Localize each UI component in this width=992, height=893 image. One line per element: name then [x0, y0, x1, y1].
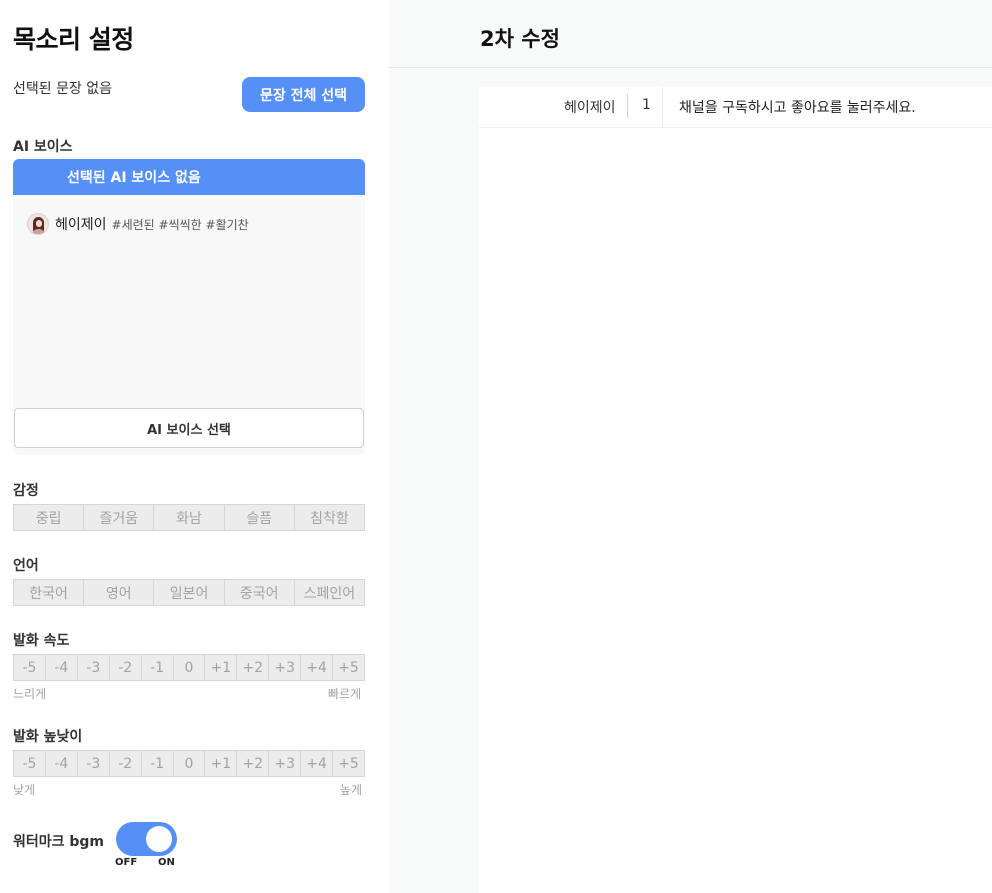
pitch-min-label: 낮게: [13, 783, 36, 797]
pitch-selector: -5 -4 -3 -2 -1 0 +1 +2 +3 +4 +5: [13, 750, 365, 777]
speed-label: 발화 속도: [13, 633, 70, 649]
pitch-label: 발화 높낮이: [13, 729, 83, 745]
row-index: 1: [642, 97, 651, 113]
language-option-chinese[interactable]: 중국어: [225, 580, 295, 605]
emotion-option-neutral[interactable]: 중립: [14, 505, 85, 530]
row-divider: [662, 87, 663, 128]
speed-min-label: 느리게: [13, 687, 47, 701]
voice-settings-panel: 목소리 설정 선택된 문장 없음 문장 전체 선택 AI 보이스 선택된 AI …: [0, 0, 389, 893]
pitch-option[interactable]: -2: [110, 751, 142, 776]
toggle-on-label: ON: [158, 857, 175, 868]
language-option-japanese[interactable]: 일본어: [154, 580, 225, 605]
voice-name: 헤이제이: [55, 217, 107, 233]
emotion-option-sad[interactable]: 슬픔: [225, 505, 295, 530]
watermark-bgm-toggle[interactable]: [116, 822, 177, 856]
speed-option[interactable]: +5: [333, 655, 364, 680]
emotion-option-angry[interactable]: 화남: [154, 505, 225, 530]
speed-option[interactable]: +1: [205, 655, 238, 680]
pitch-option[interactable]: -4: [46, 751, 78, 776]
pitch-max-label: 높게: [340, 783, 363, 797]
speed-max-label: 빠르게: [328, 687, 362, 701]
row-speaker: 헤이제이: [564, 100, 616, 116]
script-edit-panel: 2차 수정 헤이제이 1 채널을 구독하시고 좋아요를 눌러주세요.: [389, 0, 992, 893]
script-title: 2차 수정: [480, 27, 560, 51]
speed-option[interactable]: -3: [78, 655, 110, 680]
speed-selector: -5 -4 -3 -2 -1 0 +1 +2 +3 +4 +5: [13, 654, 365, 681]
pitch-option[interactable]: -1: [142, 751, 174, 776]
avatar: [27, 213, 49, 235]
speed-option[interactable]: -2: [110, 655, 142, 680]
emotion-label: 감정: [13, 483, 39, 499]
emotion-selector: 중립 즐거움 화남 슬픔 침착함: [13, 504, 365, 531]
speed-option[interactable]: -5: [14, 655, 46, 680]
script-header: 2차 수정: [389, 0, 992, 68]
ai-voice-list: 헤이제이 #세련된 #씩씩한 #활기찬 AI 보이스 선택: [13, 195, 365, 455]
toggle-knob: [146, 826, 172, 852]
pitch-option[interactable]: +5: [333, 751, 364, 776]
selected-sentence-status: 선택된 문장 없음: [13, 81, 113, 97]
watermark-bgm-label: 워터마크 bgm: [13, 834, 105, 850]
voice-tags: #세련된 #씩씩한 #활기찬: [111, 217, 249, 232]
language-option-korean[interactable]: 한국어: [14, 580, 85, 605]
ai-voice-label: AI 보이스: [13, 139, 73, 155]
speed-option[interactable]: +4: [301, 655, 334, 680]
emotion-option-calm[interactable]: 침착함: [295, 505, 364, 530]
speed-option[interactable]: -1: [142, 655, 174, 680]
pitch-option[interactable]: -3: [78, 751, 110, 776]
pitch-option[interactable]: -5: [14, 751, 46, 776]
language-selector: 한국어 영어 일본어 중국어 스페인어: [13, 579, 365, 606]
ai-voice-select-button[interactable]: AI 보이스 선택: [14, 408, 364, 448]
pitch-option[interactable]: 0: [174, 751, 206, 776]
speed-option[interactable]: +2: [237, 655, 270, 680]
speed-option[interactable]: 0: [174, 655, 206, 680]
script-list: 헤이제이 1 채널을 구독하시고 좋아요를 눌러주세요.: [479, 87, 992, 893]
language-option-spanish[interactable]: 스페인어: [295, 580, 364, 605]
emotion-option-joy[interactable]: 즐거움: [84, 505, 155, 530]
pitch-option[interactable]: +2: [237, 751, 270, 776]
language-label: 언어: [13, 558, 39, 574]
row-divider: [627, 94, 628, 118]
speed-option[interactable]: +3: [269, 655, 302, 680]
voice-item-heyj[interactable]: 헤이제이 #세련된 #씩씩한 #활기찬: [27, 213, 249, 235]
speed-option[interactable]: -4: [46, 655, 78, 680]
pitch-option[interactable]: +1: [205, 751, 238, 776]
pitch-option[interactable]: +4: [301, 751, 334, 776]
pitch-option[interactable]: +3: [269, 751, 302, 776]
panel-title: 목소리 설정: [13, 25, 134, 54]
toggle-off-label: OFF: [115, 857, 138, 868]
selected-ai-voice-bar: 선택된 AI 보이스 없음: [13, 159, 365, 195]
language-option-english[interactable]: 영어: [84, 580, 155, 605]
select-all-sentences-button[interactable]: 문장 전체 선택: [242, 77, 365, 112]
script-row[interactable]: 헤이제이 1 채널을 구독하시고 좋아요를 눌러주세요.: [479, 87, 992, 128]
row-text[interactable]: 채널을 구독하시고 좋아요를 눌러주세요.: [679, 97, 916, 117]
